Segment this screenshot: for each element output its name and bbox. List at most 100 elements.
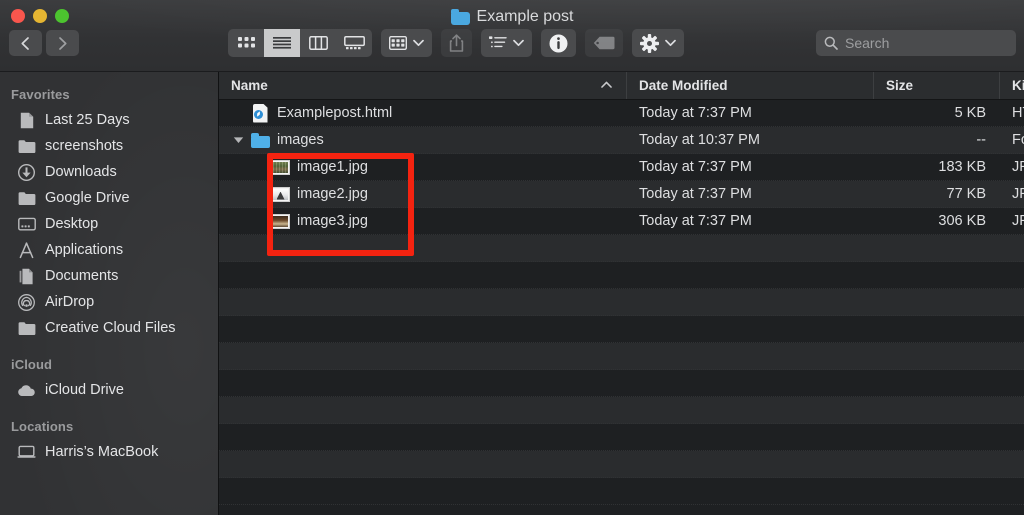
chevron-down-icon [513, 39, 524, 47]
chevron-down-icon [665, 39, 676, 47]
cell-date-modified: Today at 7:37 PM [639, 105, 752, 121]
cell-kind: HT [1012, 105, 1024, 121]
table-row[interactable]: image2.jpg Today at 7:37 PM 77 KB JP [219, 181, 1024, 208]
cloud-icon [16, 381, 37, 399]
info-icon [549, 34, 568, 52]
cell-kind: JP [1012, 159, 1024, 175]
sidebar: Favorites Last 25 Days screenshots Downl… [0, 72, 219, 515]
close-button[interactable] [11, 9, 25, 23]
photo-thumbnail-1-icon [269, 157, 291, 177]
sidebar-item-documents[interactable]: Documents [0, 263, 218, 289]
folder-icon [16, 137, 37, 155]
gallery-icon [343, 36, 365, 50]
html-document-icon [249, 103, 271, 123]
column-header-label: Date Modified [639, 78, 728, 93]
cell-name: Examplepost.html [219, 100, 627, 127]
window-chrome: Example post Search [0, 0, 1024, 72]
search-icon [824, 36, 838, 50]
file-list-pane: Name Date Modified Size Ki Examplepost.h… [219, 72, 1024, 515]
chevron-down-icon [413, 39, 424, 47]
column-header-kind[interactable]: Ki [1000, 72, 1024, 99]
icon-view-button[interactable] [228, 29, 264, 57]
edit-tags-button[interactable] [585, 29, 623, 57]
column-header-label: Size [886, 78, 914, 93]
sidebar-section-heading-favorites: Favorites [11, 87, 70, 102]
sidebar-item-harriss-macbook[interactable]: Harris’s MacBook [0, 439, 218, 465]
cell-name: image3.jpg [219, 208, 627, 235]
empty-row [219, 289, 1024, 316]
chevron-left-icon [21, 36, 29, 50]
columns-icon [308, 36, 328, 50]
column-header-size[interactable]: Size [874, 72, 1000, 99]
sidebar-item-applications[interactable]: Applications [0, 237, 218, 263]
forward-button[interactable] [46, 30, 79, 56]
minimize-button[interactable] [33, 9, 47, 23]
share-button[interactable] [441, 29, 472, 57]
folder-icon [16, 189, 37, 207]
table-row[interactable]: images Today at 10:37 PM -- Fo [219, 127, 1024, 154]
chevron-right-icon [59, 36, 67, 50]
gear-icon [640, 33, 659, 53]
sidebar-item-google-drive[interactable]: Google Drive [0, 185, 218, 211]
toolbar: Search [228, 29, 1016, 57]
file-name: image2.jpg [297, 186, 368, 202]
search-field[interactable]: Search [816, 30, 1016, 56]
search-input[interactable]: Search [845, 35, 889, 51]
sidebar-item-label: Documents [45, 268, 119, 284]
sort-ascending-icon [601, 81, 612, 88]
empty-row [219, 343, 1024, 370]
empty-row [219, 370, 1024, 397]
disclosure-triangle-expanded[interactable] [227, 127, 249, 154]
sidebar-item-last-25-days[interactable]: Last 25 Days [0, 107, 218, 133]
cell-size: 183 KB [938, 159, 986, 175]
view-mode-segmented-control [228, 29, 372, 57]
sidebar-item-airdrop[interactable]: AirDrop [0, 289, 218, 315]
sidebar-item-label: Desktop [45, 216, 99, 232]
action-menu-button[interactable] [632, 29, 684, 57]
column-headers: Name Date Modified Size Ki [219, 72, 1024, 100]
list-lines-icon [273, 36, 291, 49]
sidebar-item-icloud-drive[interactable]: iCloud Drive [0, 377, 218, 403]
documents-icon [16, 267, 37, 285]
photo-thumbnail-3-icon [269, 211, 291, 231]
triangle-down-icon [233, 137, 243, 143]
empty-row [219, 424, 1024, 451]
column-header-date-modified[interactable]: Date Modified [627, 72, 874, 99]
group-grid-icon [389, 36, 407, 50]
file-name: image1.jpg [297, 159, 368, 175]
column-header-name[interactable]: Name [219, 72, 627, 99]
photo-thumbnail-2-icon [269, 184, 291, 204]
zoom-button[interactable] [55, 9, 69, 23]
sidebar-item-desktop[interactable]: Desktop [0, 211, 218, 237]
cell-date-modified: Today at 10:37 PM [639, 132, 760, 148]
table-row[interactable]: Examplepost.html Today at 7:37 PM 5 KB H… [219, 100, 1024, 127]
folder-icon [16, 319, 37, 337]
navigation-buttons [9, 30, 79, 56]
cell-size: 77 KB [946, 186, 987, 202]
sidebar-item-downloads[interactable]: Downloads [0, 159, 218, 185]
back-button[interactable] [9, 30, 42, 56]
table-row[interactable]: image3.jpg Today at 7:37 PM 306 KB JP [219, 208, 1024, 235]
column-view-button[interactable] [300, 29, 336, 57]
file-rows: Examplepost.html Today at 7:37 PM 5 KB H… [219, 100, 1024, 505]
sidebar-item-label: screenshots [45, 138, 124, 154]
cell-kind: Fo [1012, 132, 1024, 148]
finder-window: Example post Search Favorites Last 25 Da… [0, 0, 1024, 515]
cell-kind: JP [1012, 213, 1024, 229]
group-items-button[interactable] [381, 29, 432, 57]
cell-date-modified: Today at 7:37 PM [639, 213, 752, 229]
sidebar-item-label: AirDrop [45, 294, 95, 310]
arrange-by-button[interactable] [481, 29, 532, 57]
get-info-button[interactable] [541, 29, 576, 57]
list-view-button[interactable] [264, 29, 300, 57]
sidebar-item-screenshots[interactable]: screenshots [0, 133, 218, 159]
cell-date-modified: Today at 7:37 PM [639, 186, 752, 202]
sidebar-item-creative-cloud-files[interactable]: Creative Cloud Files [0, 315, 218, 341]
sidebar-section-heading-icloud: iCloud [11, 357, 53, 372]
applications-icon [16, 241, 37, 259]
table-row[interactable]: image1.jpg Today at 7:37 PM 183 KB JP [219, 154, 1024, 181]
gallery-view-button[interactable] [336, 29, 372, 57]
arrange-list-icon [489, 36, 507, 48]
cell-name: image1.jpg [219, 154, 627, 181]
file-name: images [277, 132, 324, 148]
